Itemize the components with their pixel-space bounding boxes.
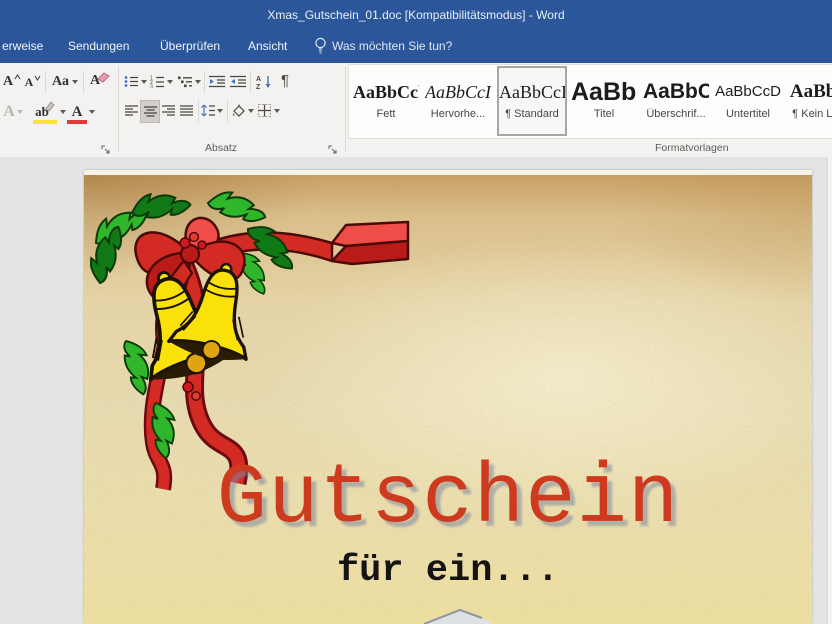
chevron-down-icon xyxy=(274,109,280,113)
word-window: Xmas_Gutschein_01.doc [Kompatibilitätsmo… xyxy=(0,0,832,624)
paragraph-dialog-launcher[interactable] xyxy=(328,142,340,154)
text-highlight-button[interactable]: ab xyxy=(32,100,58,124)
svg-text:Z: Z xyxy=(256,84,261,89)
divider xyxy=(45,71,46,93)
change-case-button[interactable]: Aa xyxy=(50,71,80,92)
font-color-bar xyxy=(67,120,87,124)
grow-font-button[interactable]: A xyxy=(2,71,22,92)
divider xyxy=(83,71,84,93)
numbered-list-icon: 1 2 3 xyxy=(150,75,165,88)
font-color-dropdown[interactable] xyxy=(88,103,96,121)
document-subheading[interactable]: für ein... xyxy=(84,550,812,592)
bullet-list-icon xyxy=(124,75,139,88)
numbered-list-button[interactable]: 1 2 3 xyxy=(148,72,166,90)
christmas-bells-clipart xyxy=(90,191,430,496)
increase-indent-icon xyxy=(230,75,246,88)
paint-bucket-icon xyxy=(231,104,246,118)
borders-grid-icon xyxy=(258,104,271,117)
align-center-button[interactable] xyxy=(140,100,160,123)
svg-text:A: A xyxy=(256,76,261,83)
style-hervorhebung[interactable]: AaBbCcI Hervorhe... xyxy=(425,68,491,132)
line-spacing-button[interactable] xyxy=(201,100,223,121)
document-heading[interactable]: Gutschein xyxy=(84,458,812,542)
parchment-background: Gutschein für ein... xyxy=(84,175,812,624)
decrease-indent-icon xyxy=(209,75,225,88)
tell-me-label: Was möchten Sie tun? xyxy=(332,39,452,53)
chevron-down-icon xyxy=(89,110,95,114)
divider xyxy=(204,71,205,93)
justify-button[interactable] xyxy=(177,101,195,121)
svg-text:3: 3 xyxy=(150,84,153,88)
align-left-button[interactable] xyxy=(122,101,140,121)
line-spacing-icon xyxy=(201,104,215,117)
increase-indent-button[interactable] xyxy=(228,72,248,90)
dialog-launcher-icon xyxy=(328,145,338,155)
vertical-scrollbar[interactable] xyxy=(827,157,832,624)
document-page[interactable]: Gutschein für ein... xyxy=(84,170,812,624)
multilevel-list-dropdown[interactable] xyxy=(194,75,202,89)
tab-ansicht[interactable]: Ansicht xyxy=(248,39,287,53)
style-titel[interactable]: AaBbC Titel xyxy=(571,68,637,132)
clear-formatting-button[interactable]: A xyxy=(87,70,113,92)
chevron-down-icon xyxy=(195,80,201,84)
grow-arrow-icon xyxy=(14,74,21,80)
text-effects-button[interactable]: A xyxy=(1,100,25,124)
paragraph-group-label: Absatz xyxy=(205,142,237,154)
style-fett[interactable]: AaBbCcl Fett xyxy=(353,68,419,132)
styles-group-label: Formatvorlagen xyxy=(655,142,729,154)
tab-verweise[interactable]: erweise xyxy=(2,39,43,53)
sort-az-icon: A Z xyxy=(256,74,273,89)
ribbon-tab-bar: erweise Sendungen Überprüfen Ansicht Was… xyxy=(0,30,832,63)
chevron-down-icon xyxy=(17,110,23,114)
decrease-indent-button[interactable] xyxy=(207,72,227,90)
styles-gallery: AaBbCcl Fett AaBbCcI Hervorhe... AaBbCcI… xyxy=(348,64,832,139)
divider xyxy=(227,100,228,122)
chevron-down-icon xyxy=(141,80,147,84)
bottom-scroll-clipart-partial xyxy=(424,607,494,624)
divider xyxy=(250,71,251,93)
numbered-list-dropdown[interactable] xyxy=(166,75,174,89)
document-workspace: Gutschein für ein... xyxy=(0,157,832,624)
shrink-arrow-icon xyxy=(34,75,41,81)
group-divider xyxy=(118,67,119,151)
title-bar: Xmas_Gutschein_01.doc [Kompatibilitätsmo… xyxy=(0,0,832,30)
chevron-down-icon xyxy=(217,109,223,113)
dialog-launcher-icon xyxy=(101,145,111,155)
shrink-font-button[interactable]: A xyxy=(24,72,42,92)
style-kein-leerraum[interactable]: AaBbC ¶ Kein Le... xyxy=(787,68,832,132)
chevron-down-icon xyxy=(72,80,78,84)
font-color-button[interactable]: A xyxy=(66,100,88,124)
group-divider xyxy=(345,67,346,151)
sort-button[interactable]: A Z xyxy=(253,71,275,91)
borders-button[interactable] xyxy=(256,100,282,121)
align-left-icon xyxy=(125,105,138,117)
tell-me-box[interactable]: Was möchten Sie tun? xyxy=(314,37,452,54)
multilevel-list-icon xyxy=(178,75,193,88)
lightbulb-icon xyxy=(314,37,327,54)
tab-sendungen[interactable]: Sendungen xyxy=(68,39,129,53)
style-standard[interactable]: AaBbCcI ¶ Standard xyxy=(497,66,567,136)
window-title: Xmas_Gutschein_01.doc [Kompatibilitätsmo… xyxy=(0,8,832,22)
ribbon: A A Aa A A ab xyxy=(0,63,832,158)
style-untertitel[interactable]: AaBbCcD Untertitel xyxy=(715,68,781,132)
highlight-color-bar xyxy=(33,120,57,124)
chevron-down-icon xyxy=(167,80,173,84)
multilevel-list-button[interactable] xyxy=(176,72,194,90)
bullet-list-button[interactable] xyxy=(122,72,140,90)
align-center-icon xyxy=(144,106,157,118)
bullet-list-dropdown[interactable] xyxy=(140,75,148,89)
chevron-down-icon xyxy=(248,109,254,113)
align-right-button[interactable] xyxy=(159,101,177,121)
show-paragraph-marks-button[interactable]: ¶ xyxy=(277,70,293,91)
tab-ueberpruefen[interactable]: Überprüfen xyxy=(160,39,220,53)
align-right-icon xyxy=(162,105,175,117)
shading-button[interactable] xyxy=(230,100,254,121)
style-ueberschrift[interactable]: AaBbC Überschrif... xyxy=(643,68,709,132)
font-dialog-launcher[interactable] xyxy=(101,142,113,154)
justify-icon xyxy=(180,105,193,117)
divider xyxy=(198,100,199,122)
